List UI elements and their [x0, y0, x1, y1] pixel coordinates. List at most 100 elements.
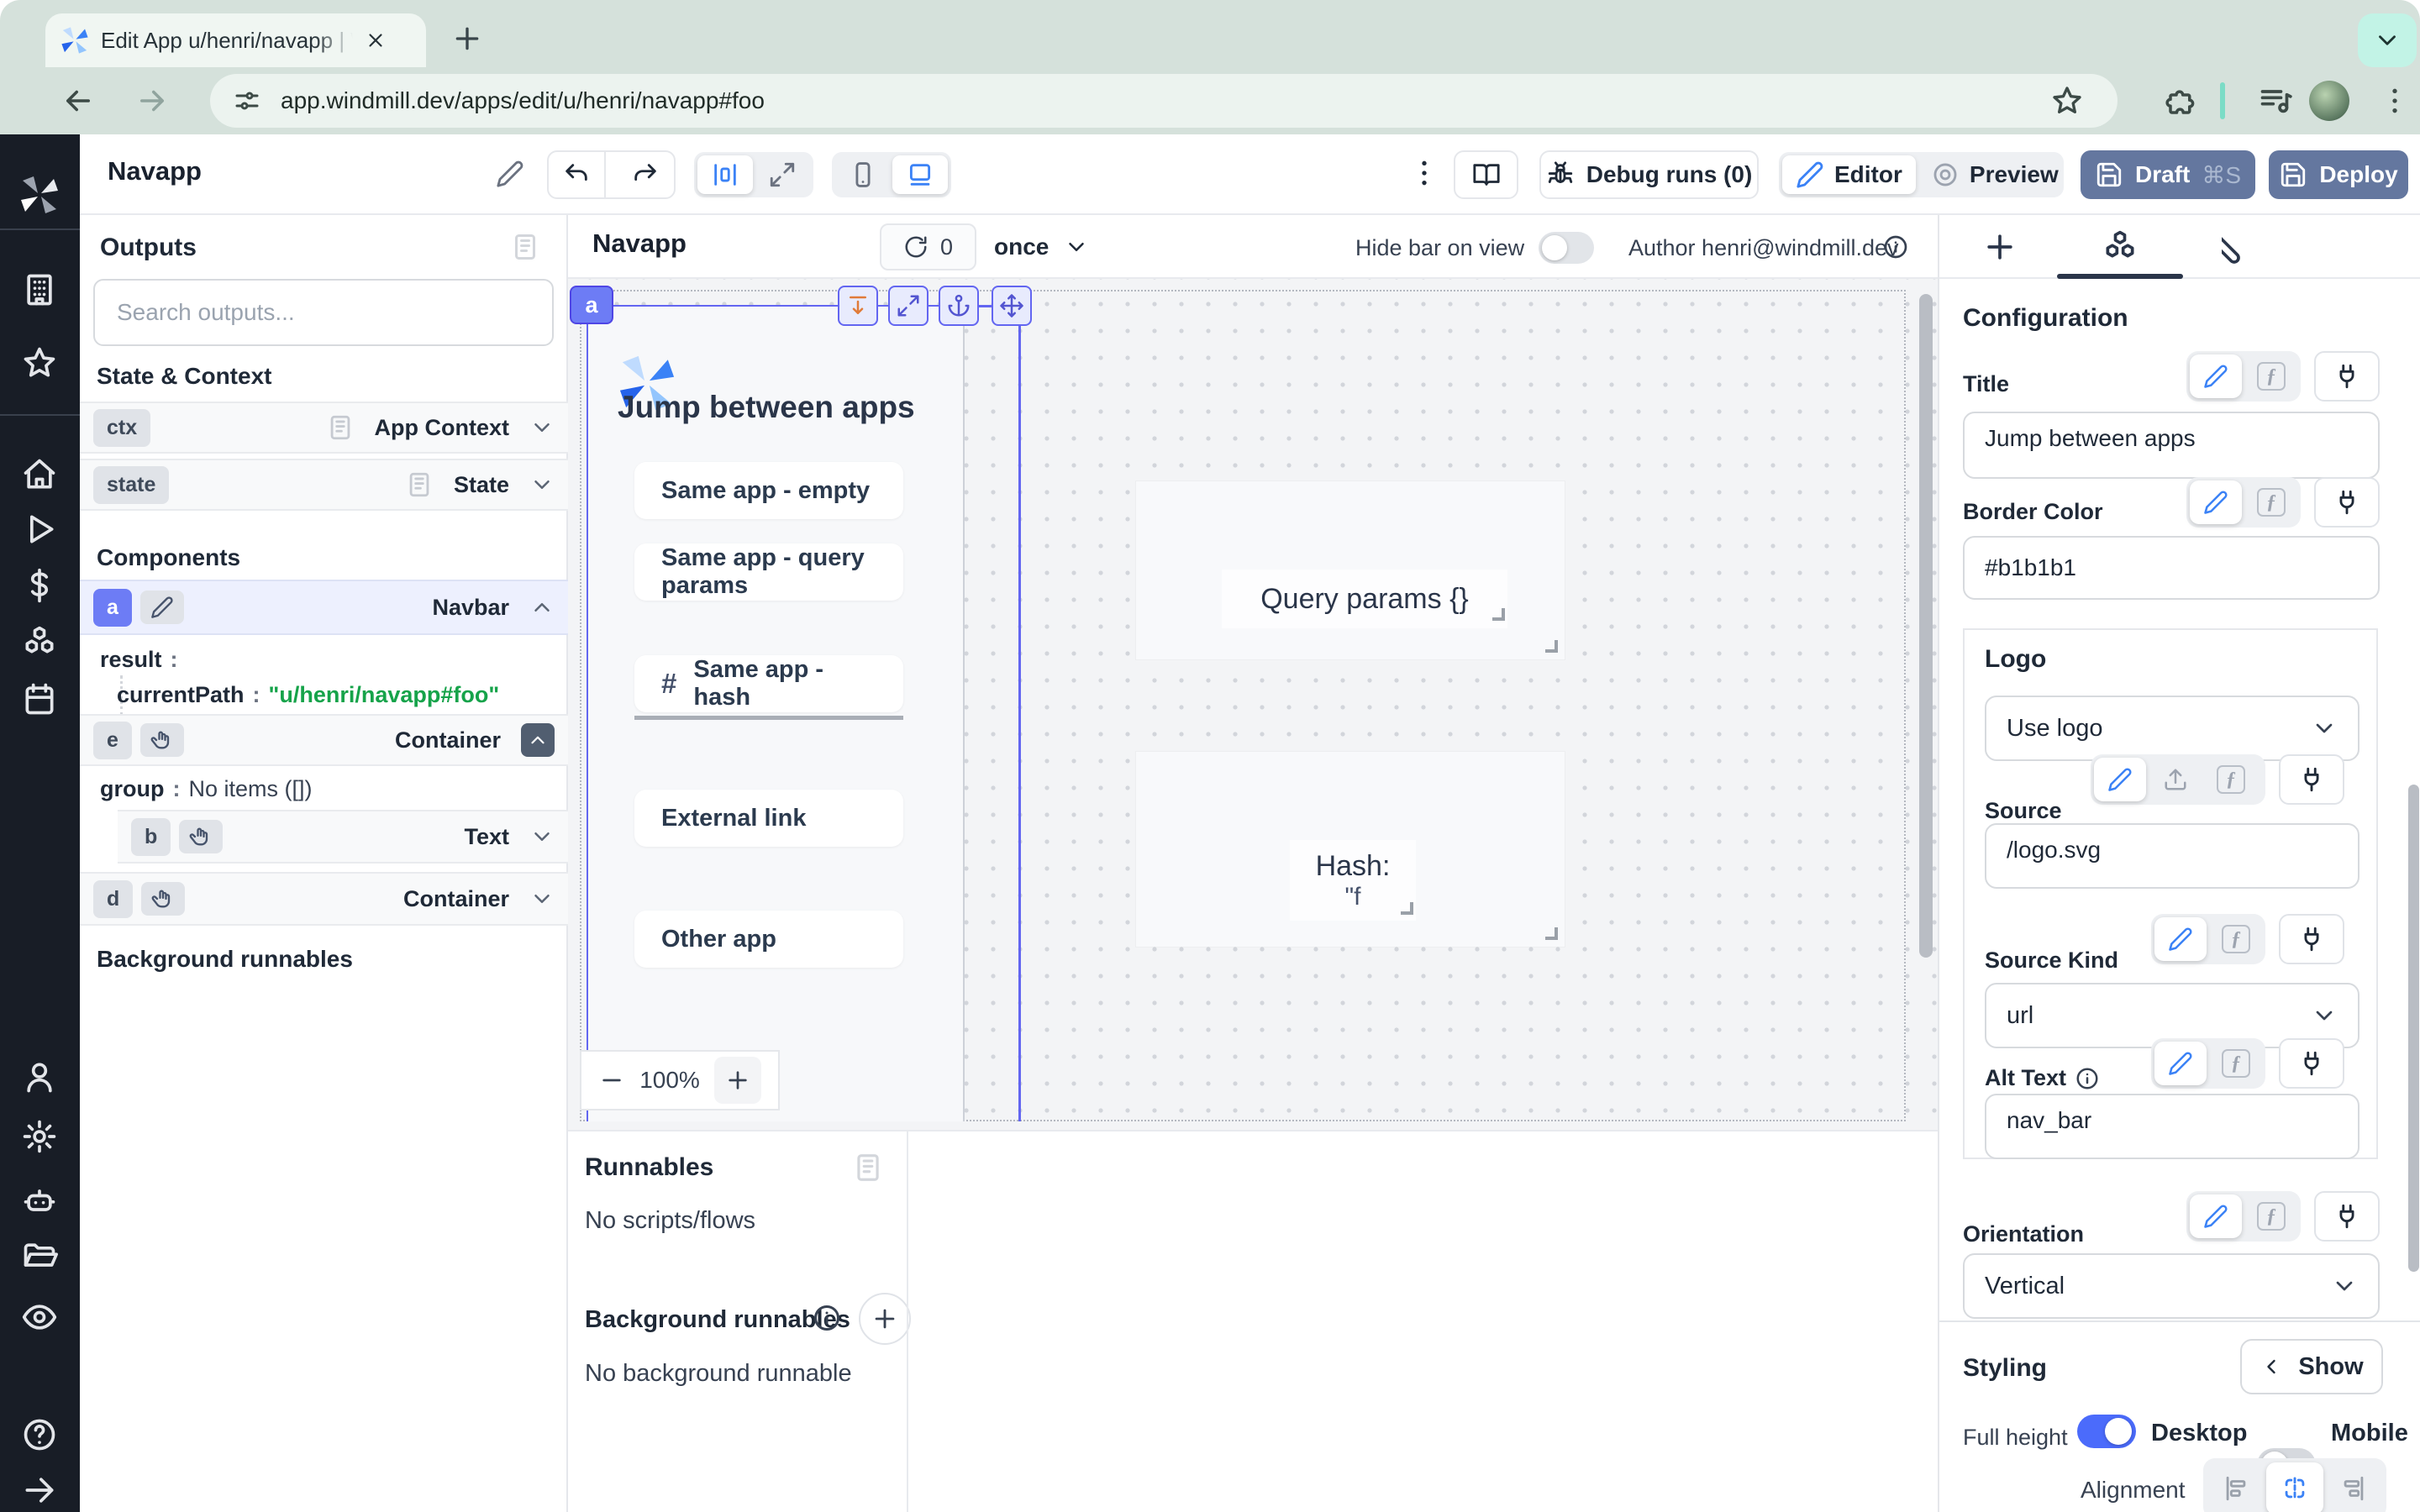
static-pencil-button[interactable] [2190, 1194, 2242, 1238]
component-d-badge[interactable]: d [93, 880, 133, 918]
mobile-view-button[interactable] [835, 155, 891, 194]
undo-button[interactable] [549, 152, 606, 197]
move-component-button[interactable] [992, 286, 1032, 326]
favorites-star-icon[interactable] [21, 344, 58, 381]
orientation-select[interactable]: Vertical [1963, 1253, 2380, 1319]
show-styling-button[interactable]: Show [2240, 1339, 2383, 1394]
hide-bar-toggle[interactable] [1539, 232, 1594, 264]
url-bar[interactable]: app.windmill.dev/apps/edit/u/henri/navap… [210, 74, 2118, 128]
doc-icon[interactable] [405, 470, 434, 499]
resources-boxes-icon[interactable] [21, 624, 58, 661]
nav-item-other-app[interactable]: Other app [634, 911, 903, 968]
source-kind-plug-button[interactable] [2279, 914, 2344, 964]
users-icon[interactable] [21, 1058, 58, 1095]
browser-menu-icon[interactable] [2378, 74, 2412, 128]
chevron-down-icon[interactable] [529, 415, 555, 440]
app-canvas[interactable]: Jump between apps Same app - empty Same … [568, 279, 1938, 1130]
folders-icon[interactable] [21, 1237, 58, 1274]
zoom-in-button[interactable] [714, 1057, 761, 1104]
query-params-text[interactable]: Query params {} [1222, 570, 1507, 628]
new-tab-icon[interactable] [450, 22, 484, 55]
add-background-runnable-button[interactable] [859, 1293, 911, 1345]
full-height-toggle-on[interactable] [2077, 1415, 2136, 1448]
info-icon[interactable] [2075, 1066, 2100, 1091]
settings-gear-icon[interactable] [21, 1118, 58, 1155]
playlist-icon[interactable] [2258, 74, 2295, 128]
refresh-count-button[interactable]: 0 [880, 223, 976, 270]
doc-icon[interactable] [326, 413, 355, 442]
schedules-calendar-icon[interactable] [21, 680, 58, 717]
zoom-out-icon[interactable] [598, 1067, 625, 1094]
preview-tab[interactable]: Preview [1918, 155, 2072, 194]
editor-tab[interactable]: Editor [1782, 155, 1916, 194]
centered-width-button[interactable] [697, 155, 753, 194]
group-key-line[interactable]: group:No items ([]) [100, 776, 313, 802]
border-color-plug-button[interactable] [2314, 477, 2380, 528]
workspace-icon[interactable] [21, 271, 58, 308]
runs-play-icon[interactable] [21, 511, 58, 548]
result-key-line[interactable]: result: [100, 647, 187, 673]
component-row-e[interactable]: e Container [80, 714, 568, 766]
site-info-icon[interactable] [232, 86, 262, 116]
align-left-button[interactable] [2207, 1462, 2265, 1512]
insert-below-button[interactable] [838, 286, 878, 326]
tab-search-chevron-button[interactable] [2358, 13, 2417, 67]
chevron-up-button[interactable] [521, 723, 555, 757]
resize-handle[interactable] [1545, 927, 1558, 940]
desktop-view-button[interactable] [892, 155, 948, 194]
full-width-button[interactable] [755, 155, 810, 194]
align-center-button[interactable] [2266, 1462, 2323, 1512]
fx-button[interactable]: ƒ [2210, 917, 2262, 961]
rename-pencil-icon[interactable] [496, 160, 524, 188]
tab-close-icon[interactable] [365, 29, 387, 51]
schedule-dropdown[interactable]: once [994, 223, 1089, 270]
hand-pointer-badge[interactable] [140, 723, 184, 757]
component-row-a[interactable]: a Navbar [80, 580, 568, 635]
settings-scrollbar[interactable] [2408, 785, 2419, 1272]
home-icon[interactable] [21, 456, 58, 493]
current-path-line[interactable]: currentPath:"u/henri/navapp#foo" [117, 682, 499, 708]
upload-button[interactable] [2149, 758, 2202, 801]
docs-button[interactable] [1454, 150, 1518, 199]
variables-dollar-icon[interactable] [21, 567, 58, 604]
hand-pointer-badge[interactable] [141, 882, 185, 916]
outputs-doc-icon[interactable] [510, 232, 540, 262]
static-pencil-button[interactable] [2190, 480, 2242, 524]
source-textarea[interactable]: /logo.svg [1985, 823, 2360, 889]
title-textarea[interactable]: Jump between apps [1963, 412, 2380, 479]
selected-component-badge[interactable]: a [570, 286, 613, 324]
state-badge[interactable]: state [93, 466, 169, 504]
audit-eye-icon[interactable] [21, 1299, 58, 1336]
fx-button[interactable]: ƒ [2245, 354, 2297, 398]
chevron-up-icon[interactable] [529, 595, 555, 620]
browser-back-icon[interactable] [60, 83, 96, 118]
ctx-row[interactable]: ctx App Context [80, 402, 568, 454]
nav-item-same-app-empty[interactable]: Same app - empty [634, 462, 903, 519]
static-pencil-button[interactable] [2190, 354, 2242, 398]
canvas-scrollbar[interactable] [1919, 294, 1933, 958]
alt-textarea[interactable]: nav_bar [1985, 1094, 2360, 1159]
component-b-badge[interactable]: b [131, 818, 171, 856]
resize-handle[interactable] [1492, 608, 1505, 621]
chevron-down-icon[interactable] [529, 824, 555, 849]
edit-pencil-badge[interactable] [140, 591, 184, 624]
component-a-badge[interactable]: a [93, 589, 132, 627]
hash-text[interactable]: Hash: "f [1290, 840, 1416, 921]
info-icon[interactable] [1882, 234, 1909, 260]
anchor-component-button[interactable] [939, 286, 979, 326]
debug-runs-button[interactable]: Debug runs (0) [1539, 150, 1759, 199]
hash-container[interactable]: Hash: "f [1136, 752, 1565, 947]
bookmark-star-icon[interactable] [2050, 84, 2084, 118]
resize-handle[interactable] [1401, 902, 1413, 915]
nav-item-query-params[interactable]: Same app - query params [634, 543, 903, 601]
hand-pointer-badge[interactable] [179, 820, 223, 853]
search-outputs-input[interactable] [93, 279, 554, 346]
align-right-button[interactable] [2325, 1462, 2382, 1512]
chevron-down-icon[interactable] [529, 472, 555, 497]
avatar[interactable] [2309, 81, 2349, 121]
alt-plug-button[interactable] [2279, 1038, 2344, 1089]
deploy-button[interactable]: Deploy [2269, 150, 2408, 199]
help-icon[interactable] [21, 1416, 58, 1453]
component-row-b[interactable]: b Text [118, 810, 568, 864]
orientation-plug-button[interactable] [2314, 1191, 2380, 1242]
